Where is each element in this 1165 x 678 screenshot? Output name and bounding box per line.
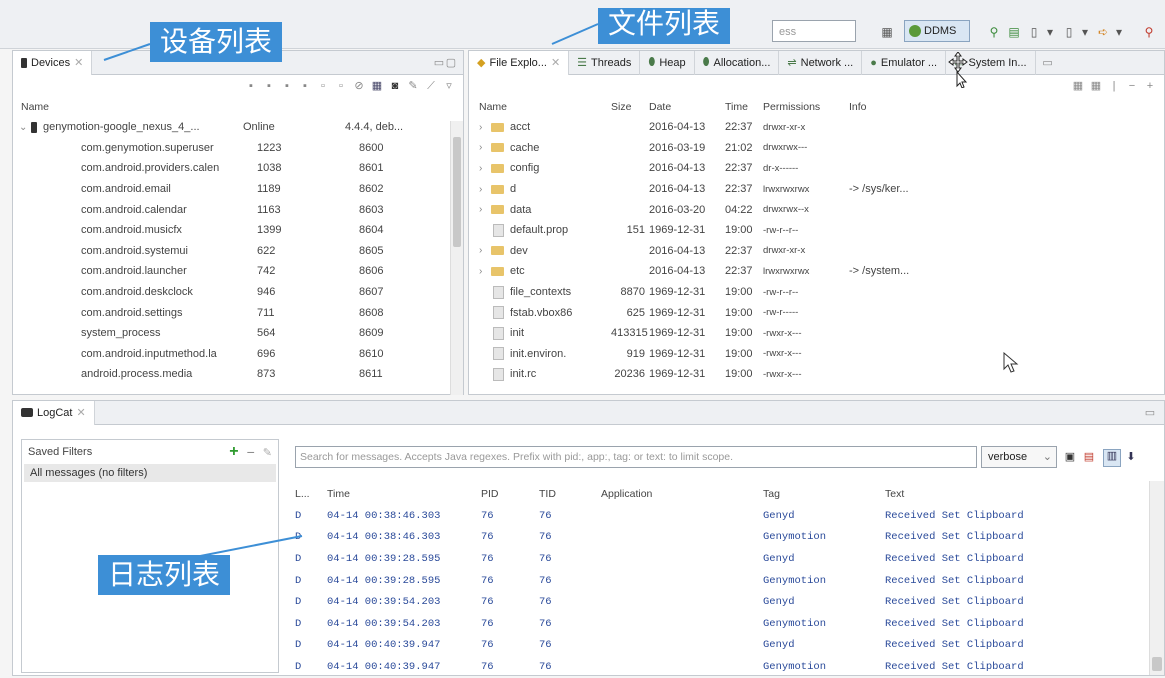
move-cursor-icon — [948, 52, 968, 88]
callout-logs: 日志列表 — [98, 555, 231, 595]
mouse-cursor-icon — [1003, 352, 1019, 373]
callout-devices: 设备列表 — [150, 22, 283, 62]
callout-files: 文件列表 — [598, 8, 731, 44]
